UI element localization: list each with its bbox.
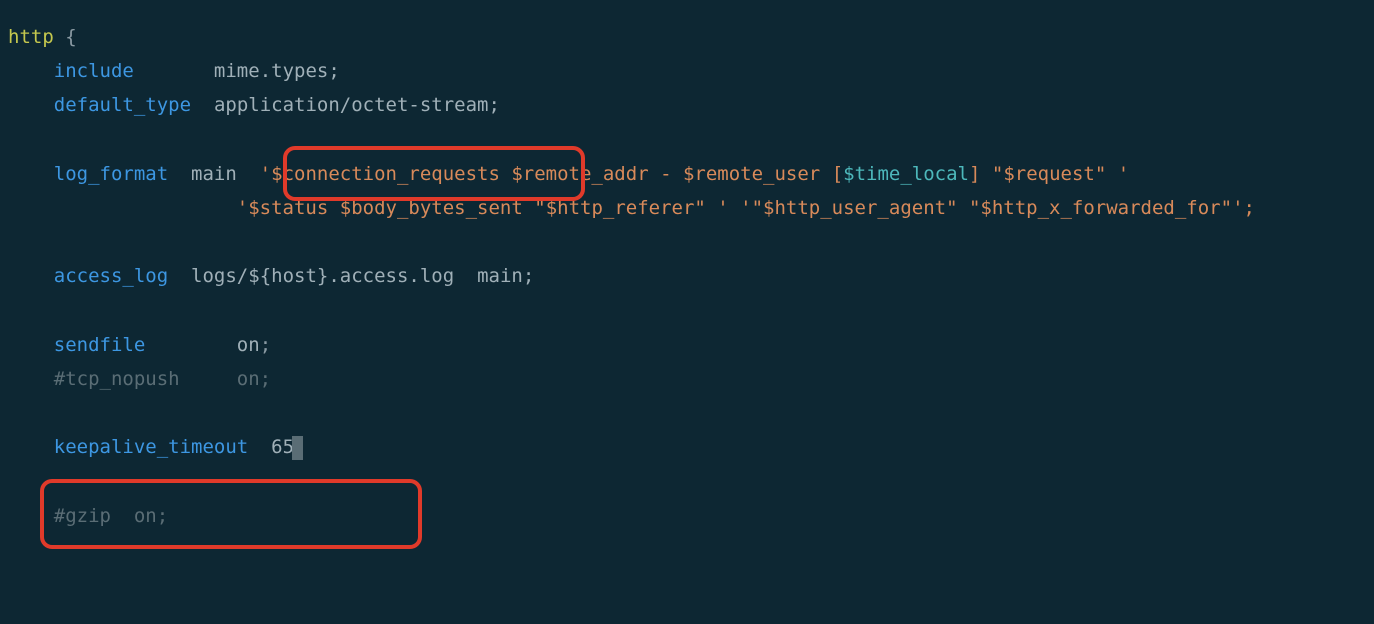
keyword-http: http [8, 26, 54, 48]
var-http-referer: $http_referer [546, 197, 695, 219]
var-http-x-forwarded-for: $http_x_forwarded_for [980, 197, 1220, 219]
var-host: host [271, 265, 317, 287]
comment-tcp-nopush: #tcp_nopush on; [54, 368, 271, 390]
directive-access-log: access_log [54, 265, 168, 287]
logformat-main: main [168, 163, 260, 185]
var-status: $status [248, 197, 328, 219]
directive-log-format: log_format [54, 163, 168, 185]
directive-default-type: default_type [54, 94, 191, 116]
cursor [292, 436, 303, 460]
var-remote-addr: $remote_addr [511, 163, 648, 185]
var-remote-user: $remote_user [683, 163, 820, 185]
var-body-bytes-sent: $body_bytes_sent [340, 197, 523, 219]
logs-path: logs/ [191, 265, 248, 287]
comment-gzip: #gzip on; [54, 505, 168, 527]
directive-sendfile: sendfile [54, 334, 146, 356]
directive-keepalive-timeout: keepalive_timeout [54, 436, 248, 458]
string-quote: ' [260, 163, 271, 185]
value-types: .types; [260, 60, 340, 82]
value-on: on [237, 334, 260, 356]
directive-include: include [54, 60, 134, 82]
value-app-octet: application/octet-stream; [214, 94, 500, 116]
value-65: 65 [271, 436, 294, 458]
var-time-local: $time_local [843, 163, 969, 185]
var-http-user-agent: $http_user_agent [763, 197, 946, 219]
brace-open: { [54, 26, 77, 48]
value-mime: mime [214, 60, 260, 82]
code-block: http { include mime.types; default_type … [8, 20, 1366, 533]
var-connection-requests: $connection_requests [271, 163, 500, 185]
var-request: $request [1003, 163, 1095, 185]
